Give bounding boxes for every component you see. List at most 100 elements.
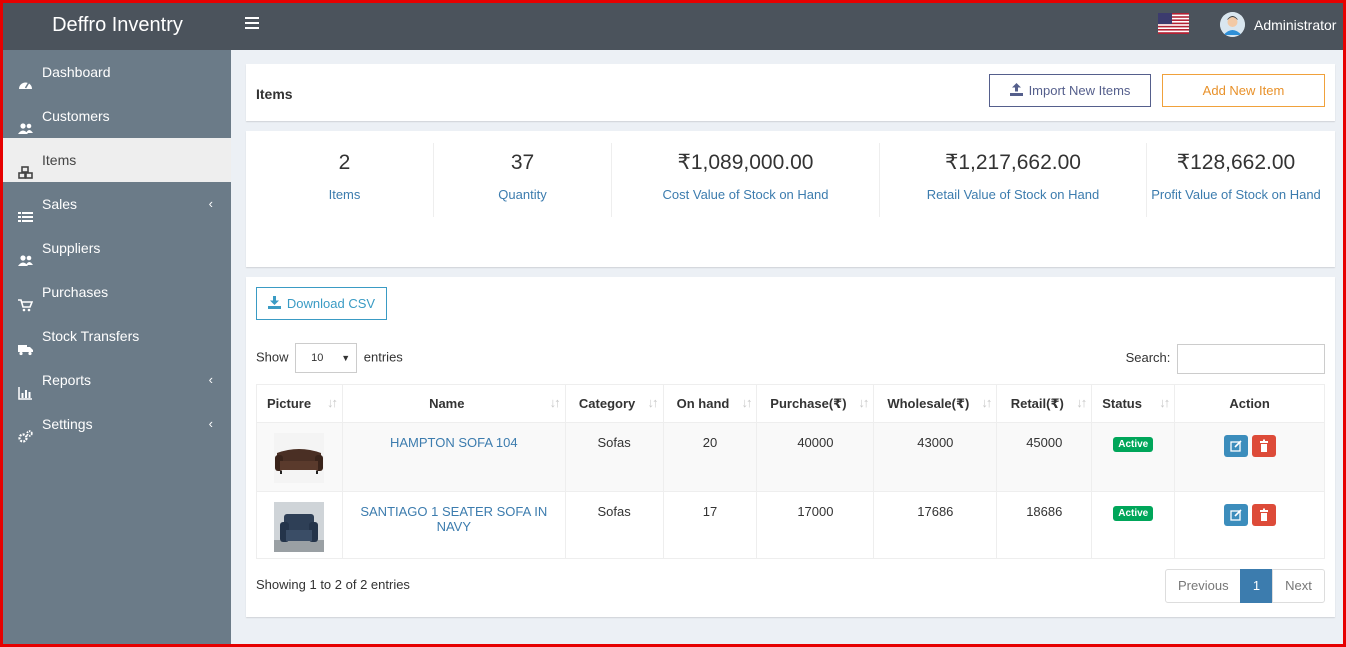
status-badge: Active (1113, 437, 1154, 452)
search-label: Search: (1125, 350, 1171, 365)
upload-icon (1009, 83, 1023, 96)
cart-icon (18, 285, 34, 312)
page-length-control: Show 10 ▼ entries (256, 343, 403, 373)
add-item-button[interactable]: Add New Item (1162, 74, 1325, 107)
sort-icon: ↓↑ (741, 395, 752, 410)
users-icon (18, 109, 33, 134)
column-header-status[interactable]: Status ↓↑ (1091, 384, 1176, 423)
dashboard-icon (18, 65, 33, 89)
sort-icon: ↓↑ (858, 395, 869, 410)
trash-icon (1259, 508, 1268, 521)
sidebar-item-label: Items (42, 152, 77, 168)
retail-cell: 18686 (996, 491, 1093, 559)
page-length-value: 10 (311, 352, 324, 364)
page-1-button[interactable]: 1 (1240, 569, 1273, 603)
edit-button[interactable] (1223, 504, 1248, 526)
item-thumbnail[interactable] (274, 502, 325, 552)
top-navbar: Deffro Inventry Administrator (3, 3, 1343, 50)
users-icon (18, 241, 33, 266)
items-table: Picture ↓↑ Name ↓↑ Category ↓↑ On hand ↓↑ Pu… (256, 384, 1325, 559)
user-avatar[interactable] (1220, 12, 1245, 37)
column-header-retail[interactable]: Retail(₹) ↓↑ (996, 384, 1093, 423)
page-length-select[interactable]: 10 ▼ (295, 343, 358, 373)
retail-cell: 45000 (996, 422, 1093, 492)
sort-icon: ↓↑ (326, 395, 338, 410)
sidebar-item-stock-transfers[interactable]: Stock Transfers (3, 314, 231, 358)
column-header-name[interactable]: Name ↓↑ (341, 384, 566, 423)
item-name-link[interactable]: HAMPTON SOFA 104 (341, 422, 566, 492)
delete-button[interactable] (1251, 504, 1276, 526)
column-label: Purchase(₹) (770, 395, 847, 411)
stat-value: ₹128,662.00 (1176, 151, 1296, 174)
purchase-cell: 17000 (756, 491, 875, 559)
gears-icon (18, 417, 33, 443)
download-icon (267, 296, 281, 309)
page-title: Items (256, 86, 293, 102)
stat-profit-value: ₹128,662.00 Profit Value of Stock on Han… (1151, 143, 1321, 205)
delete-button[interactable] (1251, 435, 1276, 457)
sidebar-item-suppliers[interactable]: Suppliers (3, 226, 231, 270)
trash-icon (1259, 439, 1268, 452)
sidebar-item-customers[interactable]: Customers (3, 94, 231, 138)
table-info: Showing 1 to 2 of 2 entries (256, 577, 410, 592)
column-header-wholesale[interactable]: Wholesale(₹) ↓↑ (873, 384, 998, 423)
edit-icon (1229, 509, 1242, 521)
stat-cost-value: ₹1,089,000.00 Cost Value of Stock on Han… (612, 143, 879, 205)
table-row: SANTIAGO 1 SEATER SOFA IN NAVY Sofas 17 … (256, 491, 1325, 559)
sidebar-item-label: Dashboard (42, 64, 111, 80)
menu-toggle-icon[interactable] (245, 17, 259, 33)
sidebar-item-items[interactable]: Items (3, 138, 231, 182)
stat-value: 37 (510, 151, 535, 174)
sidebar-item-dashboard[interactable]: Dashboard (3, 50, 231, 94)
category-cell: Sofas (564, 422, 664, 492)
sort-icon: ↓↑ (981, 395, 992, 410)
caret-down-icon: ▼ (341, 353, 351, 363)
status-cell: Active (1091, 422, 1176, 492)
sidebar-item-reports[interactable]: Reports ‹ (3, 358, 231, 402)
edit-icon (1229, 440, 1242, 452)
sidebar-item-label: Stock Transfers (42, 328, 140, 344)
cubes-icon (18, 153, 33, 179)
item-thumbnail[interactable] (274, 433, 325, 483)
sidebar-item-sales[interactable]: Sales ‹ (3, 182, 231, 226)
stat-label: Cost Value of Stock on Hand (662, 187, 829, 202)
sidebar-item-label: Customers (42, 108, 110, 124)
category-cell: Sofas (564, 491, 664, 559)
picture-cell (256, 422, 343, 492)
search-input[interactable] (1177, 343, 1325, 374)
column-header-purchase[interactable]: Purchase(₹) ↓↑ (756, 384, 875, 423)
previous-page-button[interactable]: Previous (1165, 569, 1241, 603)
edit-button[interactable] (1223, 435, 1248, 457)
import-items-button[interactable]: Import New Items (989, 74, 1151, 107)
sidebar-item-settings[interactable]: Settings ‹ (3, 402, 231, 446)
sidebar: Dashboard Customers Items Sales ‹ Suppliers Pu… (3, 50, 231, 644)
wholesale-cell: 17686 (873, 491, 998, 559)
sidebar-item-label: Reports (42, 372, 92, 388)
column-header-picture[interactable]: Picture ↓↑ (256, 384, 343, 423)
user-name[interactable]: Administrator (1254, 17, 1336, 33)
import-items-label: Import New Items (1028, 83, 1131, 98)
next-page-button[interactable]: Next (1272, 569, 1325, 603)
stat-value: ₹1,089,000.00 (677, 151, 814, 174)
sort-icon: ↓↑ (1076, 395, 1087, 410)
app-logo[interactable]: Deffro Inventry (3, 3, 231, 50)
sidebar-item-purchases[interactable]: Purchases (3, 270, 231, 314)
page-header: Items Import New Items Add New Item (246, 64, 1335, 121)
list-icon (18, 197, 33, 222)
column-label: Picture (267, 396, 312, 411)
action-cell (1174, 491, 1325, 559)
column-label: On hand (676, 396, 730, 411)
column-label: Retail(₹) (1010, 395, 1064, 411)
download-csv-button[interactable]: Download CSV (256, 287, 387, 320)
sidebar-item-label: Settings (42, 416, 93, 432)
stat-quantity: 37 Quantity (434, 143, 611, 205)
us-flag-icon[interactable] (1158, 13, 1189, 34)
bar-chart-icon (18, 373, 33, 400)
item-name-link[interactable]: SANTIAGO 1 SEATER SOFA IN NAVY (341, 491, 566, 559)
sidebar-item-label: Purchases (42, 284, 109, 300)
stat-items: 2 Items (256, 143, 433, 205)
chevron-left-icon: ‹ (208, 372, 213, 387)
column-header-on-hand[interactable]: On hand ↓↑ (662, 384, 758, 423)
on-hand-cell: 17 (662, 491, 758, 559)
column-header-category[interactable]: Category ↓↑ (564, 384, 664, 423)
